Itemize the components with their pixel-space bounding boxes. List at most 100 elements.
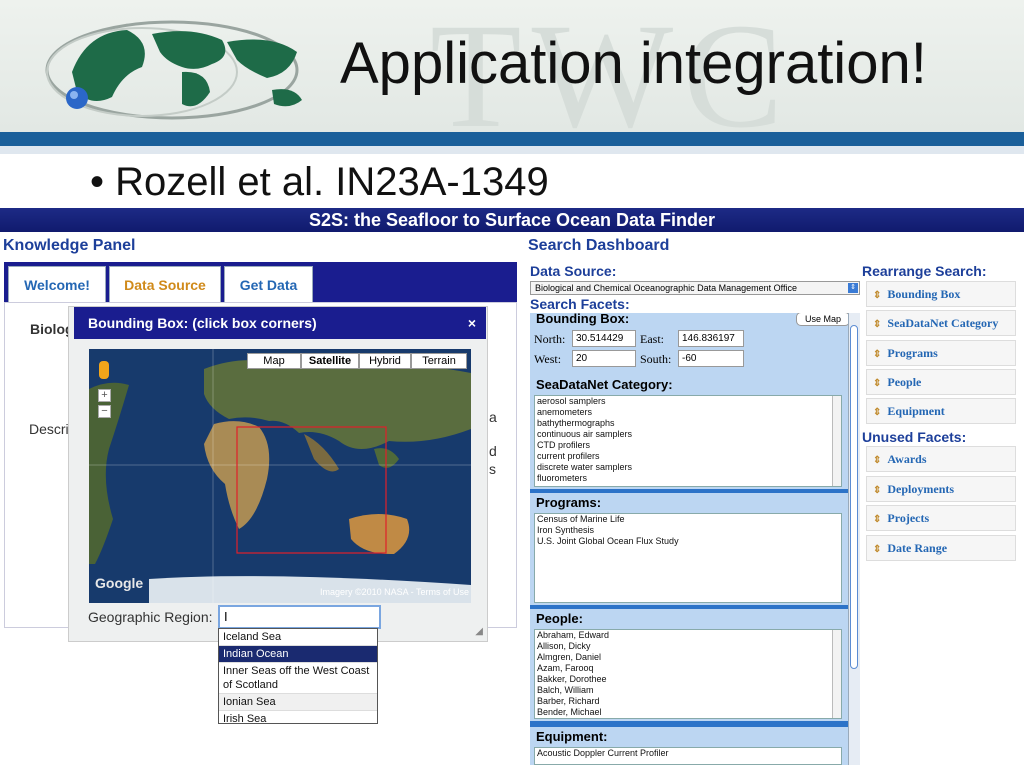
- list-item[interactable]: U.S. Joint Global Ocean Flux Study: [535, 536, 841, 547]
- map-type-map[interactable]: Map: [247, 353, 301, 369]
- search-facets-label: Search Facets:: [530, 296, 630, 312]
- list-item[interactable]: bathythermographs: [535, 418, 841, 429]
- south-input[interactable]: -60: [678, 350, 744, 367]
- people-facet: People: Abraham, Edward Allison, Dicky A…: [530, 609, 848, 723]
- suggestion-item[interactable]: Inner Seas off the West Coast of Scotlan…: [219, 663, 377, 694]
- header-rule-light: [0, 146, 1024, 154]
- list-scrollbar[interactable]: [832, 396, 841, 486]
- equipment-title: Equipment:: [536, 729, 608, 744]
- tab-get-data[interactable]: Get Data: [224, 266, 313, 302]
- map-attribution[interactable]: Imagery ©2010 NASA - Terms of Use: [320, 587, 469, 597]
- google-logo: Google: [95, 575, 144, 591]
- search-facets-panel: Bounding Box: Use Map North: 30.514429 E…: [530, 313, 848, 765]
- data-source-select[interactable]: Biological and Chemical Oceanographic Da…: [530, 281, 860, 295]
- geographic-region-input[interactable]: I: [218, 605, 381, 629]
- map-type-terrain[interactable]: Terrain: [411, 353, 467, 369]
- list-item[interactable]: discrete water samplers: [535, 462, 841, 473]
- close-icon[interactable]: ×: [468, 307, 476, 339]
- dialog-title: Bounding Box: (click box corners): [88, 315, 317, 331]
- tab-data-source[interactable]: Data Source: [109, 266, 221, 302]
- slide-title: Application integration!: [340, 31, 927, 96]
- suggestion-item-selected[interactable]: Indian Ocean: [219, 646, 377, 663]
- tab-welcome[interactable]: Welcome!: [8, 266, 106, 302]
- list-item[interactable]: continuous air samplers: [535, 429, 841, 440]
- app-title: S2S: the Seafloor to Surface Ocean Data …: [0, 208, 1024, 232]
- drag-arrows-icon: ⇕: [873, 455, 882, 466]
- programs-list[interactable]: Census of Marine Life Iron Synthesis U.S…: [534, 513, 842, 603]
- equipment-facet: Equipment: Acoustic Doppler Current Prof…: [530, 727, 848, 765]
- rearrange-programs[interactable]: ⇕ Programs: [866, 340, 1016, 366]
- list-scrollbar[interactable]: [832, 630, 841, 718]
- list-item[interactable]: Barber, Richard: [535, 696, 841, 707]
- people-list[interactable]: Abraham, Edward Allison, Dicky Almgren, …: [534, 629, 842, 719]
- bounding-box-facet: Bounding Box: Use Map North: 30.514429 E…: [530, 313, 848, 379]
- list-item[interactable]: Iron Synthesis: [535, 525, 841, 536]
- zoom-out-icon[interactable]: −: [98, 405, 111, 418]
- map-type-satellite[interactable]: Satellite: [301, 353, 359, 369]
- rearrange-item-label: People: [887, 375, 922, 389]
- bounding-box-title: Bounding Box:: [536, 313, 630, 326]
- list-item[interactable]: Almgren, Daniel: [535, 652, 841, 663]
- equipment-list[interactable]: Acoustic Doppler Current Profiler: [534, 747, 842, 765]
- list-item[interactable]: fluorometers: [535, 473, 841, 484]
- data-source-value: Biological and Chemical Oceanographic Da…: [535, 283, 797, 293]
- rearrange-bounding-box[interactable]: ⇕ Bounding Box: [866, 281, 1016, 307]
- unused-deployments[interactable]: ⇕ Deployments: [866, 476, 1016, 502]
- list-item[interactable]: Abraham, Edward: [535, 630, 841, 641]
- map-type-hybrid[interactable]: Hybrid: [359, 353, 411, 369]
- unused-projects[interactable]: ⇕ Projects: [866, 505, 1016, 531]
- list-item[interactable]: current profilers: [535, 451, 841, 462]
- text-fragment-a: a: [489, 409, 497, 425]
- unused-item-label: Deployments: [887, 482, 955, 496]
- rearrange-item-label: Equipment: [887, 404, 945, 418]
- rearrange-people[interactable]: ⇕ People: [866, 369, 1016, 395]
- suggestion-item[interactable]: Iceland Sea: [219, 629, 377, 646]
- unused-date-range[interactable]: ⇕ Date Range: [866, 535, 1016, 561]
- seadatanet-facet: SeaDataNet Category: aerosol samplers an…: [530, 375, 848, 491]
- programs-facet: Programs: Census of Marine Life Iron Syn…: [530, 493, 848, 607]
- east-input[interactable]: 146.836197: [678, 330, 744, 347]
- suggestion-item[interactable]: Ionian Sea: [219, 694, 377, 711]
- list-item[interactable]: Balch, William: [535, 685, 841, 696]
- list-item[interactable]: Census of Marine Life: [535, 514, 841, 525]
- pegman-icon[interactable]: [99, 361, 109, 379]
- west-input[interactable]: 20: [572, 350, 636, 367]
- zoom-in-icon[interactable]: +: [98, 389, 111, 402]
- unused-item-label: Date Range: [887, 541, 948, 555]
- rearrange-item-label: SeaDataNet Category: [887, 316, 999, 330]
- seadatanet-list[interactable]: aerosol samplers anemometers bathythermo…: [534, 395, 842, 487]
- use-map-button[interactable]: Use Map: [796, 313, 848, 326]
- programs-title: Programs:: [536, 495, 602, 510]
- facets-scrollbar[interactable]: [848, 313, 860, 765]
- data-source-label: Data Source:: [530, 263, 617, 279]
- list-item[interactable]: CTD profilers: [535, 440, 841, 451]
- scrollbar-thumb[interactable]: [850, 325, 858, 669]
- search-dashboard-title: Search Dashboard: [528, 237, 670, 254]
- globe-logo-icon: [45, 20, 302, 120]
- description-fragment: Descri: [29, 421, 69, 437]
- unused-awards[interactable]: ⇕ Awards: [866, 446, 1016, 472]
- people-title: People:: [536, 611, 583, 626]
- text-fragment-d: d: [489, 443, 497, 459]
- list-item[interactable]: anemometers: [535, 407, 841, 418]
- bullet-text: Rozell et al. IN23A-1349: [115, 160, 549, 204]
- rearrange-seadatanet[interactable]: ⇕ SeaDataNet Category: [866, 310, 1016, 336]
- suggestion-item[interactable]: Irish Sea: [219, 711, 377, 727]
- select-arrow-icon: ⇕: [848, 283, 858, 293]
- south-label: South:: [640, 352, 672, 366]
- map-view[interactable]: + − Map Satellite Hybrid Terrain Google …: [89, 349, 471, 603]
- list-item[interactable]: Bender, Michael: [535, 707, 841, 718]
- north-input[interactable]: 30.514429: [572, 330, 636, 347]
- list-item[interactable]: Allison, Dicky: [535, 641, 841, 652]
- resize-handle-icon[interactable]: ◢: [475, 626, 483, 637]
- rearrange-item-label: Bounding Box: [887, 287, 961, 301]
- drag-arrows-icon: ⇕: [873, 407, 882, 418]
- slide: TWC Application integration! • Rozell et…: [0, 0, 1024, 768]
- list-item[interactable]: Bakker, Dorothee: [535, 674, 841, 685]
- source-name-fragment: Biolog: [30, 321, 74, 337]
- rearrange-equipment[interactable]: ⇕ Equipment: [866, 398, 1016, 424]
- list-item[interactable]: Azam, Farooq: [535, 663, 841, 674]
- list-item[interactable]: Acoustic Doppler Current Profiler: [535, 748, 841, 759]
- drag-arrows-icon: ⇕: [873, 290, 882, 301]
- list-item[interactable]: aerosol samplers: [535, 396, 841, 407]
